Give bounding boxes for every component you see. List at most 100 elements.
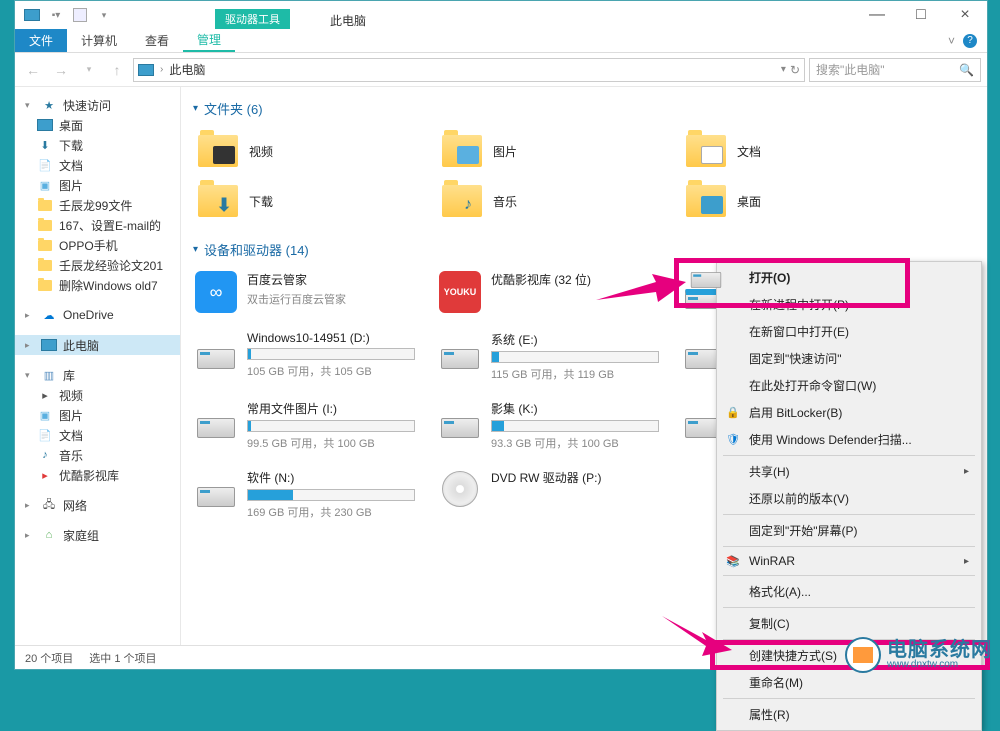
drive-free-text: 99.5 GB 可用，共 100 GB bbox=[247, 435, 415, 451]
ctx-copy[interactable]: 复制(C) bbox=[719, 610, 979, 637]
drive-icon bbox=[439, 331, 481, 369]
close-button[interactable]: × bbox=[943, 1, 987, 29]
up-button[interactable]: ↑ bbox=[105, 58, 129, 82]
drive-item[interactable]: 系统 (E:) 115 GB 可用，共 119 GB bbox=[437, 329, 661, 384]
search-placeholder: 搜索"此电脑" bbox=[816, 61, 953, 78]
app-baidu[interactable]: ∞ 百度云管家双击运行百度云管家 bbox=[193, 269, 417, 315]
sidebar-folder-5[interactable]: 删除Windows old7 bbox=[15, 275, 180, 295]
address-dropdown-icon[interactable]: ▾ bbox=[781, 64, 786, 75]
maximize-button[interactable]: □ bbox=[899, 1, 943, 29]
sidebar-documents[interactable]: 📄文档 bbox=[15, 155, 180, 175]
section-folders-header[interactable]: ▾文件夹 (6) bbox=[193, 99, 975, 118]
ctx-pin-start[interactable]: 固定到"开始"屏幕(P) bbox=[719, 517, 979, 544]
collapse-ribbon-icon[interactable]: ˅ bbox=[948, 34, 955, 48]
sidebar-lib-music[interactable]: ♪音乐 bbox=[15, 445, 180, 465]
folder-videos[interactable]: 视频 bbox=[193, 128, 417, 174]
ctx-open-new-window[interactable]: 在新窗口中打开(E) bbox=[719, 318, 979, 345]
drive-free-text: 105 GB 可用，共 105 GB bbox=[247, 363, 415, 379]
drive-label: 系统 (E:) bbox=[491, 331, 659, 348]
drive-item[interactable]: 常用文件图片 (I:) 99.5 GB 可用，共 100 GB bbox=[193, 398, 417, 453]
drive-free-text: 169 GB 可用，共 230 GB bbox=[247, 504, 415, 520]
ctx-restore-version[interactable]: 还原以前的版本(V) bbox=[719, 485, 979, 512]
ctx-rename[interactable]: 重命名(M) bbox=[719, 669, 979, 696]
app-youku[interactable]: YOUKU 优酷影视库 (32 位) bbox=[437, 269, 661, 315]
sidebar-folder-3[interactable]: OPPO手机 bbox=[15, 235, 180, 255]
qat-dropdown-icon[interactable]: ▾ bbox=[93, 4, 115, 26]
tab-manage[interactable]: 管理 bbox=[183, 29, 235, 52]
status-selection: 选中 1 个项目 bbox=[89, 650, 156, 666]
folder-music[interactable]: ♪音乐 bbox=[437, 178, 661, 224]
refresh-icon[interactable]: ↻ bbox=[790, 63, 800, 77]
drive-icon bbox=[439, 400, 481, 438]
drive-usage-bar bbox=[491, 420, 659, 432]
ctx-create-shortcut[interactable]: 创建快捷方式(S) bbox=[719, 642, 979, 669]
qat-item[interactable]: ▪▾ bbox=[45, 4, 67, 26]
drive-item[interactable]: Windows10-14951 (D:) 105 GB 可用，共 105 GB bbox=[193, 329, 417, 384]
drive-free-text: 93.3 GB 可用，共 100 GB bbox=[491, 435, 659, 451]
titlebar: ▪▾ ▾ 驱动器工具 此电脑 — □ × bbox=[15, 1, 987, 29]
submenu-arrow-icon: ▸ bbox=[964, 556, 969, 567]
search-input[interactable]: 搜索"此电脑" 🔍 bbox=[809, 58, 981, 82]
drive-icon bbox=[195, 400, 237, 438]
folder-pictures[interactable]: 图片 bbox=[437, 128, 661, 174]
ribbon-context-label: 驱动器工具 bbox=[215, 9, 290, 29]
ctx-properties[interactable]: 属性(R) bbox=[719, 701, 979, 728]
sidebar-folder-2[interactable]: 167、设置E-mail的 bbox=[15, 215, 180, 235]
drive-dvd[interactable]: DVD RW 驱动器 (P:) bbox=[437, 467, 661, 522]
tab-computer[interactable]: 计算机 bbox=[67, 29, 131, 52]
context-menu: 打开(O) 在新进程中打开(P) 在新窗口中打开(E) 固定到"快速访问" 在此… bbox=[716, 261, 982, 731]
sidebar-lib-youku[interactable]: ▸优酷影视库 bbox=[15, 465, 180, 485]
sidebar-onedrive[interactable]: ▸☁OneDrive bbox=[15, 305, 180, 325]
sidebar-downloads[interactable]: ⬇下载 bbox=[15, 135, 180, 155]
drive-usage-bar bbox=[247, 420, 415, 432]
ctx-bitlocker[interactable]: 🔒启用 BitLocker(B) bbox=[719, 399, 979, 426]
youku-icon: YOUKU bbox=[439, 271, 481, 313]
drive-label: 软件 (N:) bbox=[247, 469, 415, 486]
tab-file[interactable]: 文件 bbox=[15, 29, 67, 52]
breadcrumb-item[interactable]: 此电脑 bbox=[169, 61, 205, 78]
ctx-share[interactable]: 共享(H)▸ bbox=[719, 458, 979, 485]
qat-properties-icon[interactable] bbox=[69, 4, 91, 26]
sidebar-lib-documents[interactable]: 📄文档 bbox=[15, 425, 180, 445]
sidebar-libraries[interactable]: ▾▥库 bbox=[15, 365, 180, 385]
ctx-open-new-process[interactable]: 在新进程中打开(P) bbox=[719, 291, 979, 318]
breadcrumb-chevron-icon[interactable]: › bbox=[160, 64, 163, 75]
drive-usage-bar bbox=[247, 489, 415, 501]
system-menu-icon[interactable] bbox=[21, 4, 43, 26]
sidebar-lib-video[interactable]: ▸视频 bbox=[15, 385, 180, 405]
section-drives-header[interactable]: ▾设备和驱动器 (14) bbox=[193, 240, 975, 259]
search-icon[interactable]: 🔍 bbox=[959, 63, 974, 77]
baidu-icon: ∞ bbox=[195, 271, 237, 313]
ctx-cmd-here[interactable]: 在此处打开命令窗口(W) bbox=[719, 372, 979, 399]
folder-desktop[interactable]: 桌面 bbox=[681, 178, 905, 224]
back-button[interactable]: ← bbox=[21, 58, 45, 82]
forward-button[interactable]: → bbox=[49, 58, 73, 82]
address-input[interactable]: › 此电脑 ▾ ↻ bbox=[133, 58, 805, 82]
drive-item[interactable]: 影集 (K:) 93.3 GB 可用，共 100 GB bbox=[437, 398, 661, 453]
drive-usage-bar bbox=[247, 348, 415, 360]
recent-dropdown[interactable]: ▾ bbox=[77, 58, 101, 82]
ctx-winrar[interactable]: 📚WinRAR▸ bbox=[719, 549, 979, 573]
sidebar-network[interactable]: ▸🖧网络 bbox=[15, 495, 180, 515]
minimize-button[interactable]: — bbox=[855, 1, 899, 29]
defender-icon: 🛡 bbox=[725, 432, 741, 448]
folder-documents[interactable]: 文档 bbox=[681, 128, 905, 174]
sidebar-this-pc[interactable]: ▸此电脑 bbox=[15, 335, 180, 355]
tab-view[interactable]: 查看 bbox=[131, 29, 183, 52]
sidebar-folder-1[interactable]: 壬辰龙99文件 bbox=[15, 195, 180, 215]
sidebar-desktop[interactable]: 桌面 bbox=[15, 115, 180, 135]
help-icon[interactable]: ? bbox=[963, 34, 977, 48]
drive-icon bbox=[195, 331, 237, 369]
ctx-open[interactable]: 打开(O) bbox=[719, 264, 979, 291]
sidebar-homegroup[interactable]: ▸⌂家庭组 bbox=[15, 525, 180, 545]
drive-item[interactable]: 软件 (N:) 169 GB 可用，共 230 GB bbox=[193, 467, 417, 522]
sidebar-lib-pictures[interactable]: ▣图片 bbox=[15, 405, 180, 425]
ctx-defender[interactable]: 🛡使用 Windows Defender扫描... bbox=[719, 426, 979, 453]
sidebar-folder-4[interactable]: 壬辰龙经验论文201 bbox=[15, 255, 180, 275]
sidebar-quick-access[interactable]: ▾★快速访问 bbox=[15, 95, 180, 115]
winrar-icon: 📚 bbox=[725, 553, 741, 569]
ctx-format[interactable]: 格式化(A)... bbox=[719, 578, 979, 605]
ctx-pin-quick-access[interactable]: 固定到"快速访问" bbox=[719, 345, 979, 372]
sidebar-pictures[interactable]: ▣图片 bbox=[15, 175, 180, 195]
folder-downloads[interactable]: ⬇下载 bbox=[193, 178, 417, 224]
